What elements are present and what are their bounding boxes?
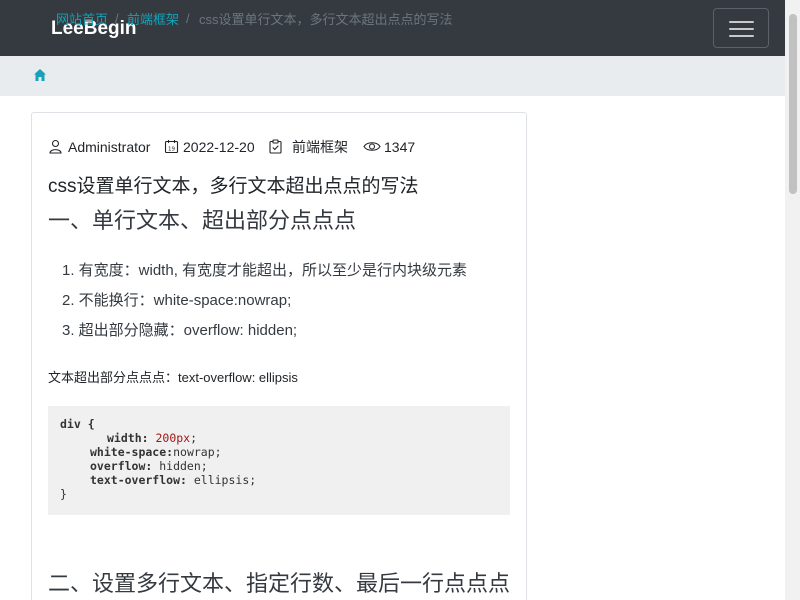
paragraph: 文本超出部分点点点：text-overflow: ellipsis xyxy=(48,370,298,385)
svg-text:19: 19 xyxy=(168,147,175,153)
breadcrumb xyxy=(0,56,785,96)
top-navbar: LeeBegin xyxy=(0,0,785,56)
code-value: nowrap; xyxy=(173,445,222,459)
code-selector: div { xyxy=(60,417,95,431)
code-property: width: xyxy=(107,431,149,445)
breadcrumb-separator: / xyxy=(115,11,119,26)
article-title: css设置单行文本，多行文本超出点点的写法 xyxy=(48,176,419,197)
scrollbar-thumb[interactable] xyxy=(789,14,797,194)
code-property: white-space: xyxy=(90,445,174,459)
home-icon xyxy=(34,69,46,81)
section-heading: 二、设置多行文本、指定行数、最后一行点点点 xyxy=(48,571,511,596)
eye-icon xyxy=(363,142,381,151)
breadcrumb-category-link[interactable]: 前端框架 xyxy=(127,12,179,28)
code-value: 200px xyxy=(155,431,191,445)
hamburger-icon xyxy=(729,28,754,30)
list-item: 3. 超出部分隐藏：overflow: hidden; xyxy=(62,322,298,339)
breadcrumb-current: css设置单行文本，多行文本超出点点的写法 xyxy=(199,12,453,27)
breadcrumb-separator: / xyxy=(186,11,190,26)
hamburger-icon xyxy=(729,35,754,37)
code-value: ellipsis; xyxy=(186,473,257,487)
list-item: 1. 有宽度：width, 有宽度才能超出，所以至少是行内块级元素 xyxy=(62,262,468,279)
menu-toggle-button[interactable] xyxy=(713,8,769,48)
article-views: 1347 xyxy=(384,139,416,155)
list-item: 2. 不能换行：white-space:nowrap; xyxy=(62,292,292,309)
article-author: Administrator xyxy=(68,139,151,155)
hamburger-icon xyxy=(729,21,754,23)
clipboard-check-icon xyxy=(269,139,282,154)
code-value: hidden; xyxy=(152,459,208,473)
code-property: text-overflow: xyxy=(90,473,187,487)
section-heading: 一、单行文本、超出部分点点点 xyxy=(48,208,357,233)
article-category[interactable]: 前端框架 xyxy=(292,139,348,155)
calendar-icon: 19 xyxy=(164,140,179,154)
code-block: div { width: 200px; white-space:nowrap; … xyxy=(48,406,510,515)
article-date: 2022-12-20 xyxy=(183,139,255,155)
code-brace: } xyxy=(60,487,67,501)
user-icon xyxy=(49,139,62,154)
breadcrumb-home-link[interactable]: 网站首页 xyxy=(56,12,108,28)
code-property: overflow: xyxy=(90,459,153,473)
code-punct: ; xyxy=(190,431,198,445)
